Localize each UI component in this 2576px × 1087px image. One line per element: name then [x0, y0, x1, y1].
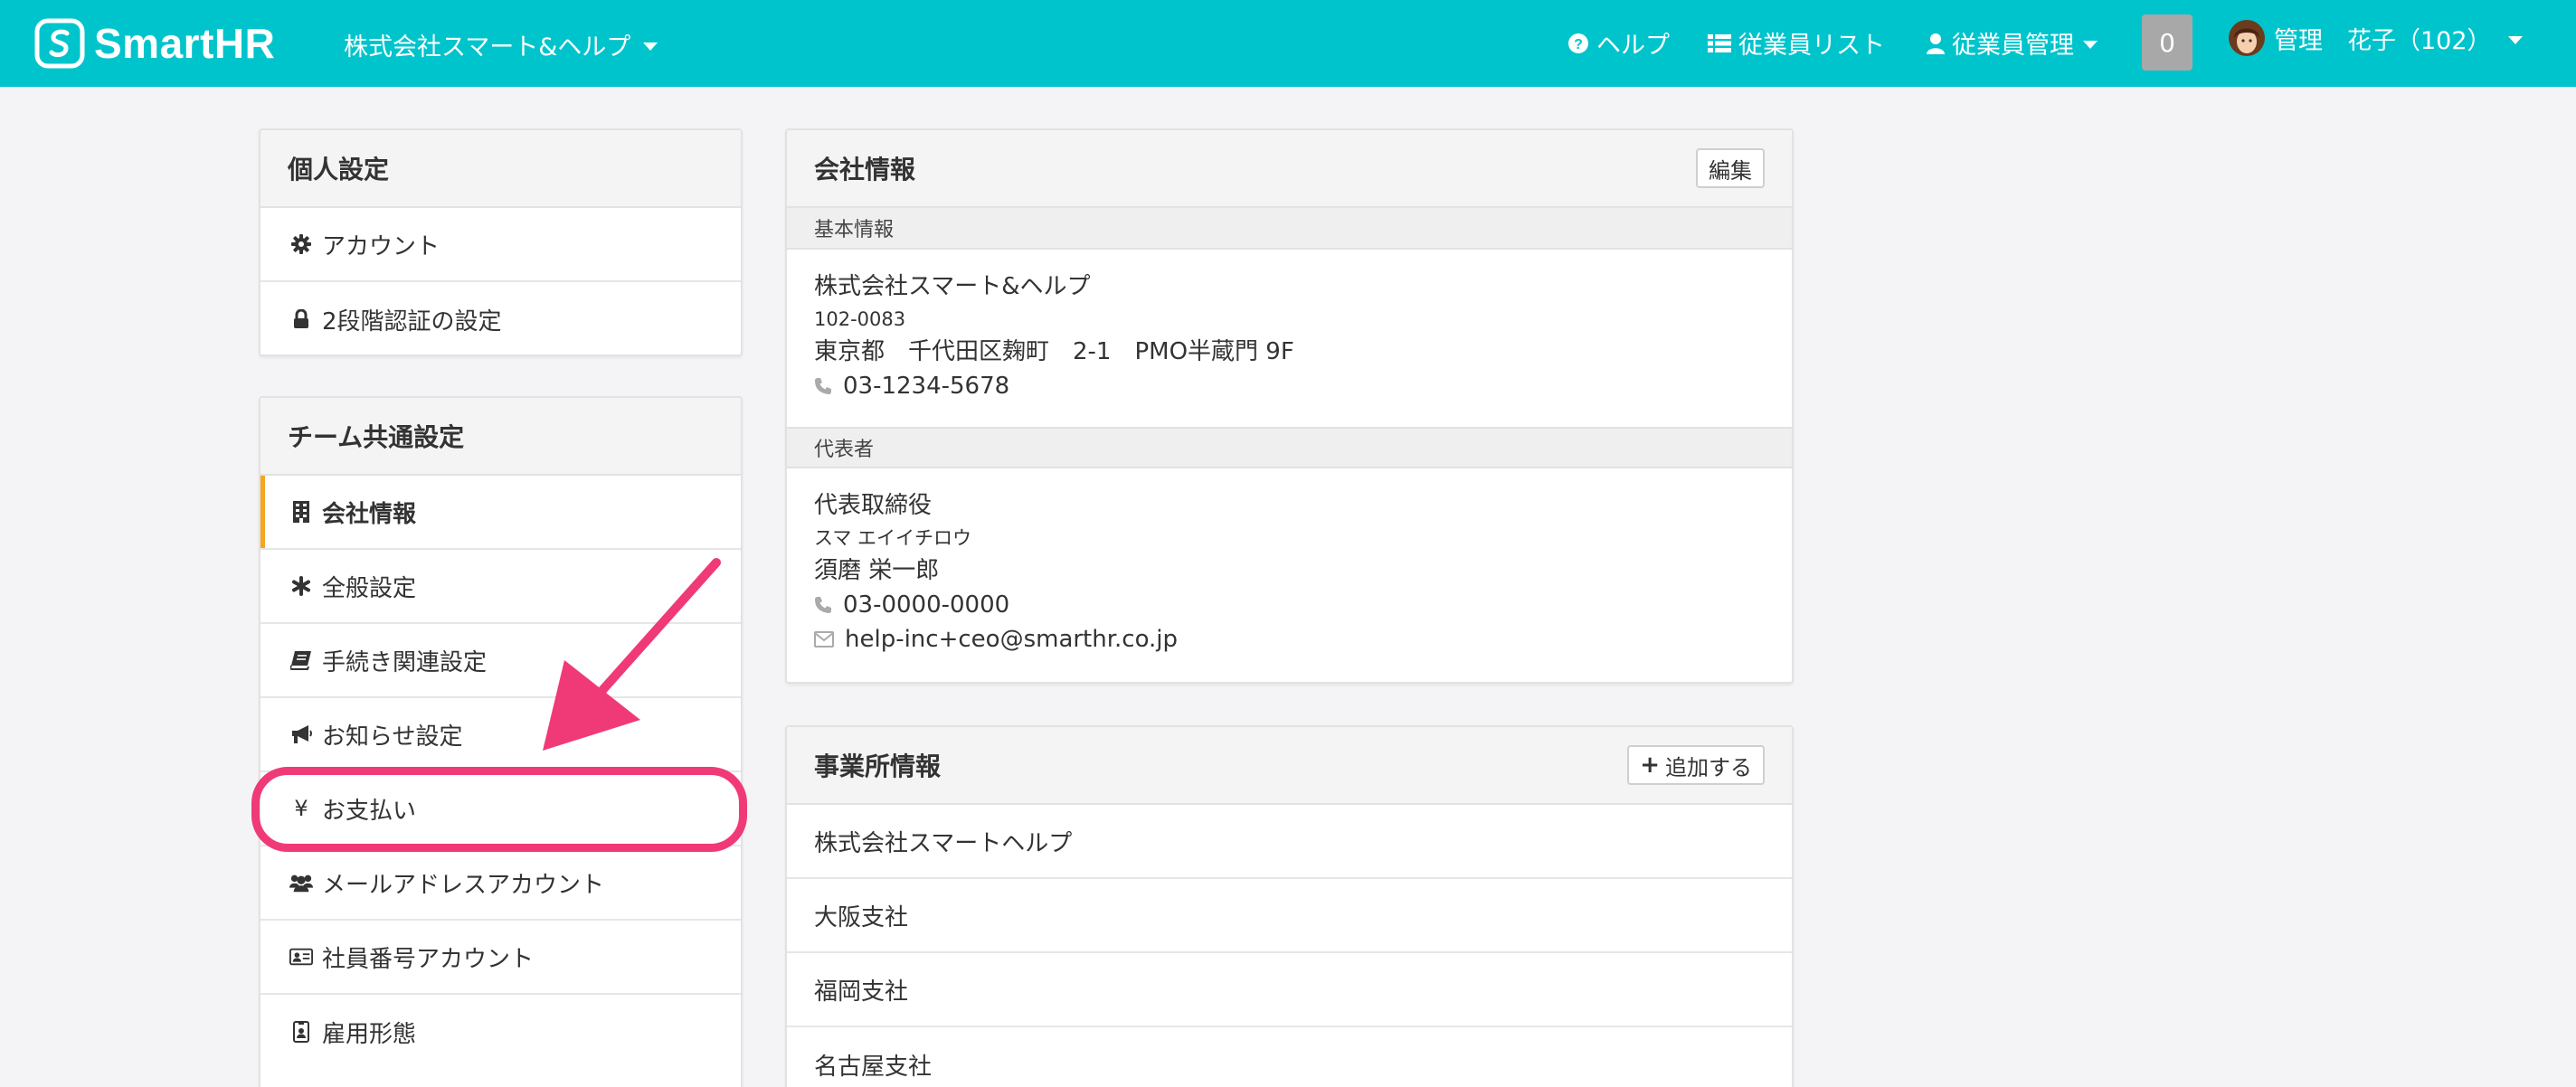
office-row[interactable]: 福岡支社 — [787, 953, 1792, 1027]
svg-text:?: ? — [1574, 37, 1583, 52]
brand-name: SmartHR — [94, 20, 276, 67]
yen-icon: ¥ — [294, 796, 308, 821]
chevron-down-icon — [2083, 41, 2098, 49]
employee-list-link[interactable]: 従業員リスト — [1708, 25, 1885, 61]
help-link[interactable]: ? ヘルプ — [1567, 25, 1670, 61]
sidebar-item-employment-types[interactable]: 雇用形態 — [260, 995, 741, 1069]
company-switcher[interactable]: 株式会社スマート&ヘルプ — [344, 27, 658, 62]
representative-heading: 代表者 — [787, 427, 1792, 468]
sidebar-item-two-factor[interactable]: 2段階認証の設定 — [260, 282, 741, 354]
chevron-down-icon — [2507, 35, 2523, 44]
postal-code: 102-0083 — [814, 308, 906, 330]
smarthr-logo-icon — [34, 18, 85, 69]
notification-badge[interactable]: 0 — [2142, 14, 2192, 71]
user-name: 管理 花子（102） — [2274, 26, 2492, 55]
question-circle-icon: ? — [1568, 33, 1588, 53]
personal-settings-title: 個人設定 — [260, 130, 741, 208]
gear-icon — [289, 232, 313, 256]
plus-icon: + — [1640, 751, 1660, 779]
list-icon — [1708, 33, 1731, 52]
phone-icon — [815, 378, 831, 394]
sidebar-item-label: 全般設定 — [322, 574, 417, 602]
representative-kana: スマ エイイチロウ — [814, 527, 972, 549]
smarthr-logo[interactable]: SmartHR — [34, 18, 275, 69]
envelope-icon — [814, 631, 834, 647]
sidebar-item-email-accounts[interactable]: メールアドレスアカウント — [260, 846, 741, 921]
sidebar-item-label: メールアドレスアカウント — [322, 871, 605, 899]
representative-email-row: help-inc+ceo@smarthr.co.jp — [814, 622, 1765, 657]
team-settings-panel: チーム共通設定 会社情報 全般設定 手続き関連設定 お知らせ設定 ¥ お支払い … — [259, 396, 743, 1087]
sidebar-item-notice-settings[interactable]: お知らせ設定 — [260, 698, 741, 772]
office-info-header: 事業所情報 + 追加する — [787, 727, 1792, 805]
sidebar-item-label: 雇用形態 — [322, 1020, 417, 1048]
sidebar-item-account[interactable]: アカウント — [260, 208, 741, 282]
representative-email: help-inc+ceo@smarthr.co.jp — [845, 626, 1179, 653]
badge-icon — [289, 1020, 313, 1044]
company-info-card: 会社情報 編集 基本情報 株式会社スマート&ヘルプ 102-0083 東京都 千… — [785, 128, 1794, 684]
building-icon — [289, 500, 313, 524]
sidebar-item-label: 社員番号アカウント — [322, 945, 535, 973]
employee-list-label: 従業員リスト — [1738, 32, 1885, 60]
company-name: 株式会社スマート&ヘルプ — [814, 273, 1091, 300]
id-card-icon — [289, 945, 313, 969]
sidebar-item-label: お支払い — [322, 797, 417, 825]
add-office-button[interactable]: + 追加する — [1627, 745, 1765, 785]
sidebar-item-label: 手続き関連設定 — [322, 648, 488, 676]
user-icon — [1927, 33, 1945, 54]
sidebar-item-label: 会社情報 — [322, 500, 417, 528]
personal-settings-panel: 個人設定 アカウント 2段階認証の設定 — [259, 128, 743, 356]
representative-name: 須磨 栄一郎 — [814, 557, 940, 584]
sidebar-item-company-info[interactable]: 会社情報 — [260, 476, 741, 550]
office-info-card: 事業所情報 + 追加する 株式会社スマートヘルプ 大阪支社 福岡支社 名古屋支社 — [785, 725, 1794, 1087]
representative-phone: 03-0000-0000 — [843, 591, 1010, 619]
asterisk-icon — [289, 574, 313, 598]
sidebar-item-payment[interactable]: ¥ お支払い — [260, 772, 741, 846]
lock-icon — [289, 307, 313, 331]
avatar — [2229, 20, 2265, 56]
sidebar-item-employee-number-accounts[interactable]: 社員番号アカウント — [260, 921, 741, 995]
sidebar-item-label: お知らせ設定 — [322, 723, 463, 751]
representative-phone-row: 03-0000-0000 — [814, 588, 1765, 622]
users-icon — [289, 871, 313, 894]
top-navigation-bar: SmartHR 株式会社スマート&ヘルプ ? ヘルプ 従業員リスト 従業員管理 … — [0, 0, 2576, 87]
basic-info-section: 株式会社スマート&ヘルプ 102-0083 東京都 千代田区麹町 2-1 PMO… — [787, 250, 1792, 427]
sidebar-item-procedure-settings[interactable]: 手続き関連設定 — [260, 624, 741, 698]
company-phone: 03-1234-5678 — [843, 373, 1010, 400]
company-name: 株式会社スマート&ヘルプ — [344, 33, 631, 61]
team-settings-title: チーム共通設定 — [260, 398, 741, 476]
office-row[interactable]: 名古屋支社 — [787, 1027, 1792, 1087]
office-row[interactable]: 株式会社スマートヘルプ — [787, 805, 1792, 879]
office-info-title: 事業所情報 — [814, 751, 942, 781]
company-info-title: 会社情報 — [814, 155, 916, 184]
help-label: ヘルプ — [1596, 32, 1670, 60]
company-address: 東京都 千代田区麹町 2-1 PMO半蔵門 9F — [814, 338, 1294, 365]
company-info-header: 会社情報 編集 — [787, 130, 1792, 208]
sidebar-item-label: アカウント — [322, 232, 440, 260]
representative-title: 代表取締役 — [814, 492, 933, 519]
company-phone-row: 03-1234-5678 — [814, 369, 1765, 403]
sidebar-item-label: 2段階認証の設定 — [322, 307, 502, 336]
user-menu[interactable]: 管理 花子（102） — [2229, 20, 2523, 56]
book-icon — [289, 648, 313, 672]
add-office-label: 追加する — [1665, 754, 1752, 780]
basic-info-heading: 基本情報 — [787, 208, 1792, 250]
phone-icon — [815, 597, 831, 613]
office-row[interactable]: 大阪支社 — [787, 879, 1792, 953]
employee-management-label: 従業員管理 — [1952, 32, 2074, 60]
sidebar-item-general-settings[interactable]: 全般設定 — [260, 550, 741, 624]
employee-management-menu[interactable]: 従業員管理 — [1927, 25, 2098, 61]
representative-section: 代表取締役 スマ エイイチロウ 須磨 栄一郎 03-0000-0000 help… — [787, 468, 1792, 673]
megaphone-icon — [289, 723, 313, 746]
edit-button[interactable]: 編集 — [1696, 148, 1765, 188]
chevron-down-icon — [643, 43, 658, 51]
